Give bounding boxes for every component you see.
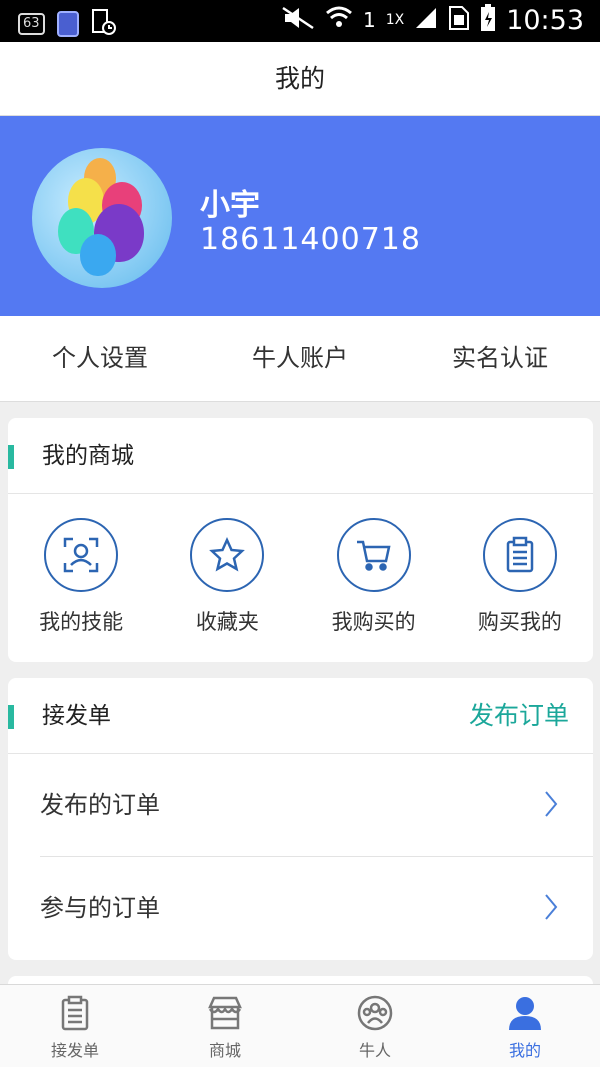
nav-talent[interactable]: 牛人 (300, 985, 450, 1067)
published-orders-label: 发布的订单 (40, 791, 160, 819)
avatar[interactable] (32, 148, 172, 288)
orders-card-header: 接发单 发布订单 (8, 678, 593, 754)
profile-header[interactable]: 小宇 18611400718 (0, 116, 600, 316)
battery-icon (480, 4, 496, 36)
sim-indicator: 1 (362, 8, 376, 32)
nav-mine-label: 我的 (508, 1041, 541, 1060)
star-icon (190, 518, 265, 592)
section-accent-bar (8, 705, 14, 729)
favorites-button[interactable]: 收藏夹 (154, 494, 300, 661)
user-name: 小宇 (200, 188, 260, 223)
shop-card-title: 我的商城 (42, 443, 134, 469)
person-icon (506, 995, 544, 1031)
nav-mine[interactable]: 我的 (450, 985, 600, 1067)
nav-orders[interactable]: 接发单 (0, 985, 150, 1067)
bottom-nav: 接发单 商城 牛人 我的 (0, 984, 600, 1067)
favorites-label: 收藏夹 (195, 610, 259, 634)
joined-orders-label: 参与的订单 (40, 894, 160, 922)
group-icon (356, 995, 394, 1031)
quick-links: 个人设置 牛人账户 实名认证 (0, 316, 600, 402)
orders-card-title: 接发单 (42, 703, 111, 729)
shop-card: 我的商城 我的技能 收藏夹 我购买的 购买我的 (8, 418, 593, 662)
wifi-icon (325, 5, 353, 35)
clock-file-icon (91, 8, 117, 40)
personal-settings-link[interactable]: 个人设置 (0, 316, 200, 401)
status-time: 10:53 (506, 4, 584, 36)
sim-card-icon (448, 5, 470, 35)
sold-to-others-label: 购买我的 (477, 610, 562, 634)
nav-store-label: 商城 (208, 1041, 241, 1060)
notification-count-badge: 63 (18, 13, 45, 35)
nav-store[interactable]: 商城 (150, 985, 300, 1067)
title-bar: 我的 (0, 42, 600, 116)
chevron-right-icon (545, 791, 558, 817)
nav-orders-label: 接发单 (50, 1041, 99, 1060)
my-purchases-button[interactable]: 我购买的 (301, 494, 447, 661)
shop-card-header: 我的商城 (8, 418, 593, 494)
page-title: 我的 (274, 64, 325, 93)
joined-orders-row[interactable]: 参与的订单 (8, 857, 593, 959)
verification-link[interactable]: 实名认证 (400, 316, 600, 401)
sold-to-others-button[interactable]: 购买我的 (447, 494, 593, 661)
nav-talent-label: 牛人 (358, 1041, 391, 1060)
mute-icon (281, 6, 315, 34)
signal-icon (414, 6, 438, 34)
status-bar: 63 1 1X 10:53 (0, 0, 600, 42)
clipboard-icon (482, 518, 557, 592)
network-type: 1X (385, 12, 405, 28)
user-phone: 18611400718 (200, 222, 421, 257)
my-skills-label: 我的技能 (39, 610, 124, 634)
published-orders-row[interactable]: 发布的订单 (8, 754, 593, 856)
store-icon (206, 995, 244, 1031)
skill-icon (44, 518, 119, 592)
phone-icon (56, 11, 79, 37)
chevron-right-icon (545, 894, 558, 920)
publish-order-button[interactable]: 发布订单 (469, 678, 569, 754)
section-accent-bar (8, 445, 14, 469)
my-skills-button[interactable]: 我的技能 (8, 494, 154, 661)
my-purchases-label: 我购买的 (331, 610, 416, 634)
account-link[interactable]: 牛人账户 (200, 316, 400, 401)
clipboard-icon (56, 995, 94, 1031)
orders-card: 接发单 发布订单 发布的订单 参与的订单 (8, 678, 593, 960)
cart-icon (336, 518, 411, 592)
